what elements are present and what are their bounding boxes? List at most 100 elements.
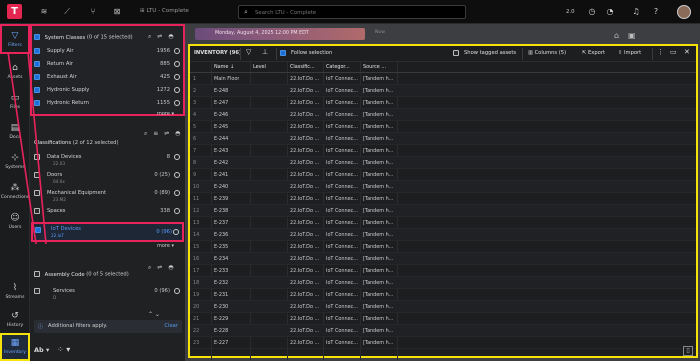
search-box[interactable]: ⌕ — [238, 5, 466, 19]
radio-icon[interactable] — [174, 172, 180, 178]
column-header-classification[interactable]: Classific... — [290, 62, 315, 73]
section-checkbox[interactable] — [34, 34, 40, 40]
radio-icon[interactable] — [174, 288, 180, 294]
table-row[interactable]: 19 E-231 22.IoT.Do ... IoT Connec... [Tandem… — [190, 289, 696, 301]
table-row[interactable]: 14 E-236 22.IoT.Do ... IoT Connec... [Tandem… — [190, 229, 696, 241]
help-icon[interactable]: ? — [650, 6, 662, 18]
rail-history[interactable]: ↺ History — [0, 304, 30, 334]
table-row[interactable]: 8 E-242 22.IoT.Do ... IoT Connec... [Tandem … — [190, 157, 696, 169]
radio-icon[interactable] — [174, 154, 180, 160]
system-classes-header[interactable]: System Classes (0 of 15 selected) — [34, 34, 133, 44]
row-checkbox[interactable] — [34, 154, 40, 160]
filter-row[interactable]: Hydronic Supply 1272 — [34, 84, 182, 96]
table-row[interactable]: 20 E-230 22.IoT.Do ... IoT Connec... [Tandem… — [190, 301, 696, 313]
filter-row[interactable]: Exhaust Air 425 — [34, 71, 182, 83]
radio-icon[interactable] — [174, 87, 180, 93]
branch-icon[interactable]: ⑂ — [86, 7, 100, 17]
follow-selection-checkbox[interactable] — [280, 50, 286, 57]
row-checkbox[interactable] — [34, 74, 40, 80]
app-logo[interactable]: T — [7, 4, 22, 19]
rail-systems[interactable]: ⊹ Systems — [0, 146, 30, 176]
more-options-icon[interactable]: ⋮ — [657, 48, 664, 56]
dock-icon[interactable]: ▭ — [670, 48, 677, 56]
column-header-category[interactable]: Categor... — [326, 62, 350, 73]
rail-filters[interactable]: ▽ Filters — [0, 24, 30, 54]
home-icon[interactable]: ⌂ — [614, 31, 619, 40]
table-row[interactable]: 17 E-233 22.IoT.Do ... IoT Connec... [Tandem… — [190, 265, 696, 277]
section-tools-icon[interactable]: ⌕ ≡ ⇌ ◓ — [144, 130, 182, 138]
import-button[interactable]: ⇧ Import — [618, 50, 641, 56]
row-checkbox[interactable] — [34, 190, 40, 196]
table-row[interactable]: 6 E-244 22.IoT.Do ... IoT Connec... [Tandem … — [190, 133, 696, 145]
table-row[interactable]: 21 E-229 22.IoT.Do ... IoT Connec... [Tandem… — [190, 313, 696, 325]
classifications-header[interactable]: Classifications (2 of 12 selected) — [34, 140, 118, 150]
table-row[interactable]: 23 E-227 22.IoT.Do ... IoT Connec... [Tandem… — [190, 337, 696, 349]
more-link[interactable]: more ▾ — [157, 243, 174, 249]
pie-chart-icon[interactable]: ◔ — [604, 6, 616, 18]
text-tool-button[interactable]: Ab ▾ — [34, 346, 49, 354]
row-checkbox[interactable] — [34, 288, 40, 294]
table-row[interactable]: 13 E-237 22.IoT.Do ... IoT Connec... [Tandem… — [190, 217, 696, 229]
section-tools-icon[interactable]: ⌕ ⇌ ◓ — [148, 264, 175, 272]
filter-row[interactable]: Return Air 885 — [34, 58, 182, 70]
columns-button[interactable]: ▥ Columns (5) — [528, 50, 566, 56]
hierarchy-icon[interactable]: ⊥ — [262, 48, 268, 56]
rail-files[interactable]: ▭ Files — [0, 86, 30, 116]
table-row[interactable]: 16 E-234 22.IoT.Do ... IoT Connec... [Tandem… — [190, 253, 696, 265]
show-tagged-checkbox[interactable] — [453, 50, 459, 57]
filter-icon[interactable]: ▽ — [246, 48, 251, 56]
timeline-now-tag[interactable]: Now — [375, 30, 385, 35]
pin-icon[interactable]: ⊠ — [110, 7, 124, 17]
table-row[interactable]: 2 E-248 22.IoT.Do ... IoT Connec... [Tandem … — [190, 85, 696, 97]
table-row[interactable]: 9 E-241 22.IoT.Do ... IoT Connec... [Tandem … — [190, 169, 696, 181]
filter-row[interactable]: Doors 04.0x 0 (25) — [34, 169, 182, 185]
collapse-icons[interactable]: ⌃ ⌄ — [148, 311, 160, 318]
filter-row[interactable]: Spaces 338 — [34, 205, 182, 219]
assembly-code-header[interactable]: Assembly Code (0 of 5 selected) — [34, 271, 129, 281]
clear-link[interactable]: Clear — [164, 323, 178, 329]
section-tools-icon[interactable]: ⌕ ⇌ ◓ — [148, 33, 175, 41]
radio-icon[interactable] — [174, 61, 180, 67]
table-row[interactable]: 3 E-247 22.IoT.Do ... IoT Connec... [Tandem … — [190, 97, 696, 109]
bell-icon[interactable]: ♫ — [630, 6, 642, 18]
column-header-source[interactable]: Source ... — [363, 62, 386, 73]
camera-icon[interactable]: ▣ — [628, 31, 636, 40]
row-checkbox[interactable] — [34, 172, 40, 178]
rail-users[interactable]: ☺ Users — [0, 206, 30, 236]
table-row[interactable]: 1 Main Floor 22.IoT.Do ... IoT Connec... [Ta… — [190, 73, 696, 85]
filter-row[interactable]: Mechanical Equipment 23.M2 0 (89) — [34, 187, 182, 203]
radio-icon[interactable] — [174, 100, 180, 106]
table-row[interactable]: 11 E-239 22.IoT.Do ... IoT Connec... [Tandem… — [190, 193, 696, 205]
radio-icon[interactable] — [174, 74, 180, 80]
avatar[interactable] — [677, 5, 691, 19]
rail-connections[interactable]: ⁂ Connections — [0, 176, 30, 206]
filter-row[interactable]: Hydronic Return 1155 — [34, 97, 182, 109]
table-row[interactable]: 10 E-240 22.IoT.Do ... IoT Connec... [Tandem… — [190, 181, 696, 193]
table-row[interactable]: 22 E-228 22.IoT.Do ... IoT Connec... [Tandem… — [190, 325, 696, 337]
more-link[interactable]: more ▾ — [157, 111, 174, 117]
filter-row[interactable]: Services D 0 (96) — [34, 285, 182, 301]
filter-row[interactable]: Data Devices 22.03 8 — [34, 151, 182, 167]
radio-icon[interactable] — [174, 190, 180, 196]
row-checkbox[interactable] — [34, 61, 40, 67]
row-checkbox[interactable] — [34, 87, 40, 93]
rail-inventory[interactable]: ▦ Inventory — [0, 333, 30, 361]
table-row[interactable]: 7 E-243 22.IoT.Do ... IoT Connec... [Tandem … — [190, 145, 696, 157]
radio-icon[interactable] — [173, 229, 179, 235]
export-button[interactable]: ⇱ Export — [582, 50, 605, 56]
radio-icon[interactable] — [174, 48, 180, 54]
rail-docs[interactable]: ▤ Docs — [0, 116, 30, 146]
column-header-name[interactable]: Name ↓ — [214, 62, 234, 73]
rail-streams[interactable]: ⌇ Streams — [0, 276, 30, 306]
row-checkbox[interactable] — [34, 48, 40, 54]
ruler-icon[interactable]: ⟋ — [60, 7, 74, 17]
table-row[interactable]: 15 E-235 22.IoT.Do ... IoT Connec... [Tandem… — [190, 241, 696, 253]
clock-icon[interactable]: ◷ — [586, 6, 598, 18]
rail-assets[interactable]: ⌂ Assets — [0, 56, 30, 86]
row-checkbox[interactable] — [34, 208, 40, 214]
radio-icon[interactable] — [174, 208, 180, 214]
stack-icon[interactable]: ≋ — [37, 7, 51, 17]
table-row[interactable]: 18 E-232 22.IoT.Do ... IoT Connec... [Tandem… — [190, 277, 696, 289]
table-row[interactable]: 4 E-246 22.IoT.Do ... IoT Connec... [Tandem … — [190, 109, 696, 121]
row-checkbox[interactable] — [34, 100, 40, 106]
